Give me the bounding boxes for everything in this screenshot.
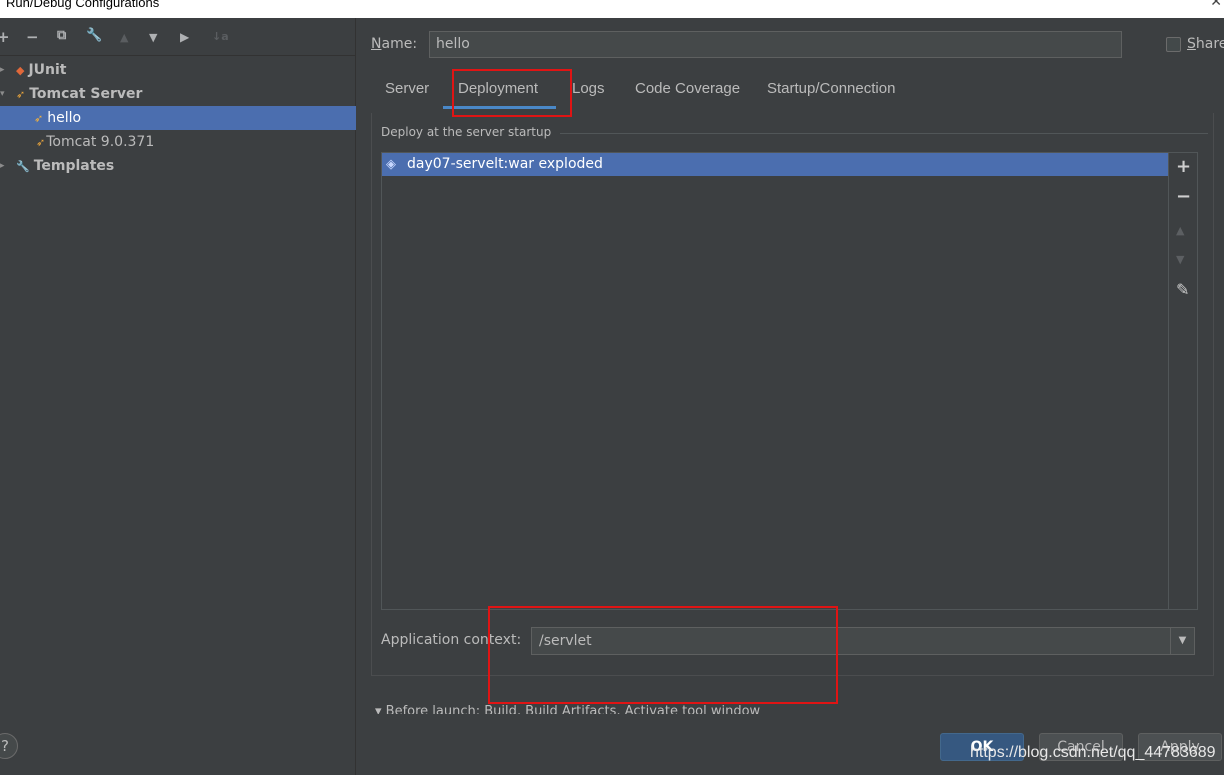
sidebar-toolbar: + − ⧉ 🔧 ▲ ▼ ▶ ↓a — [0, 28, 356, 56]
tree-item-label: Tomcat 9.0.371 — [46, 134, 155, 150]
group-title: Deploy at the server startup — [381, 125, 560, 139]
highlight-box — [488, 606, 838, 704]
toolbar-divider — [0, 55, 356, 56]
deployment-list[interactable] — [381, 152, 1169, 610]
tree-item-label: JUnit — [28, 62, 67, 78]
configurations-sidebar: + − ⧉ 🔧 ▲ ▼ ▶ ↓a ▸ ◆ JUnit ▾ ➶ Tomcat Serv… — [0, 18, 356, 775]
expand-arrow-icon[interactable]: ▸ — [0, 154, 5, 178]
tree-item-hello[interactable]: ➶ hello — [0, 106, 356, 130]
remove-icon[interactable]: − — [1176, 186, 1191, 207]
label-text: ame: — [381, 36, 418, 52]
watermark: https://blog.csdn.net/qq_44783689 — [970, 744, 1216, 761]
mnemonic-char: N — [371, 36, 382, 52]
folder-icon[interactable]: ▶ — [180, 30, 189, 44]
tab-logs[interactable]: Logs — [572, 80, 605, 97]
tree-item-tomcat-server[interactable]: ▾ ➶ Tomcat Server — [0, 82, 356, 106]
artifact-icon: ◈ — [386, 157, 396, 172]
before-launch-header[interactable]: ▾ Before launch: Build, Build Artifacts,… — [375, 704, 775, 714]
tree-item-tomcat-template[interactable]: ➶Tomcat 9.0.371 — [0, 130, 356, 154]
tab-code-coverage[interactable]: Code Coverage — [635, 80, 740, 97]
tab-startup-connection[interactable]: Startup/Connection — [767, 80, 895, 97]
edit-icon[interactable]: ✎ — [1176, 280, 1189, 299]
tree-item-label: Templates — [33, 158, 115, 174]
collapse-arrow-icon[interactable]: ▾ — [0, 82, 5, 106]
list-item[interactable]: ◈ day07-servelt:war exploded — [382, 153, 1168, 176]
junit-icon: ◆ — [16, 64, 25, 77]
wrench-icon: 🔧 — [16, 160, 30, 173]
label-text: hare — [1195, 36, 1224, 52]
wrench-icon[interactable]: 🔧 — [86, 28, 102, 43]
window-title: Run/Debug Configurations — [6, 0, 160, 10]
tab-server[interactable]: Server — [385, 80, 429, 97]
tree-item-label: hello — [47, 110, 82, 126]
scrollbar[interactable] — [1214, 76, 1224, 611]
move-down-icon[interactable]: ▼ — [1176, 253, 1184, 266]
chevron-down-icon[interactable]: ▼ — [1170, 627, 1195, 655]
move-up-icon[interactable]: ▲ — [1176, 224, 1184, 237]
move-down-icon[interactable]: ▼ — [149, 31, 157, 44]
share-label[interactable]: Share — [1187, 36, 1224, 52]
name-label: Name: — [371, 36, 417, 52]
name-field[interactable]: hello — [429, 31, 1122, 58]
add-icon[interactable]: + — [1176, 156, 1191, 177]
close-icon[interactable]: ✕ — [1210, 0, 1222, 10]
copy-icon[interactable]: ⧉ — [57, 28, 66, 43]
title-bar: Run/Debug Configurations ✕ — [0, 0, 1224, 18]
tree-item-templates[interactable]: ▸ 🔧 Templates — [0, 154, 356, 178]
tomcat-icon: ➶ — [16, 88, 26, 101]
tomcat-icon: ➶ — [34, 112, 44, 125]
expand-arrow-icon[interactable]: ▸ — [0, 58, 5, 82]
move-up-icon[interactable]: ▲ — [120, 31, 128, 44]
group-divider — [560, 133, 1208, 134]
list-toolbar — [1169, 152, 1198, 610]
artifact-label: day07-servelt:war exploded — [407, 156, 603, 172]
tree-item-label: Tomcat Server — [29, 86, 143, 102]
sort-icon[interactable]: ↓a — [212, 30, 229, 43]
highlight-box — [452, 69, 572, 117]
tree-item-junit[interactable]: ▸ ◆ JUnit — [0, 58, 356, 82]
remove-icon[interactable]: − — [26, 28, 39, 46]
add-icon[interactable]: + — [0, 28, 10, 46]
tomcat-icon: ➶ — [36, 136, 46, 149]
share-checkbox[interactable] — [1166, 37, 1181, 52]
mnemonic-char: S — [1187, 36, 1196, 52]
